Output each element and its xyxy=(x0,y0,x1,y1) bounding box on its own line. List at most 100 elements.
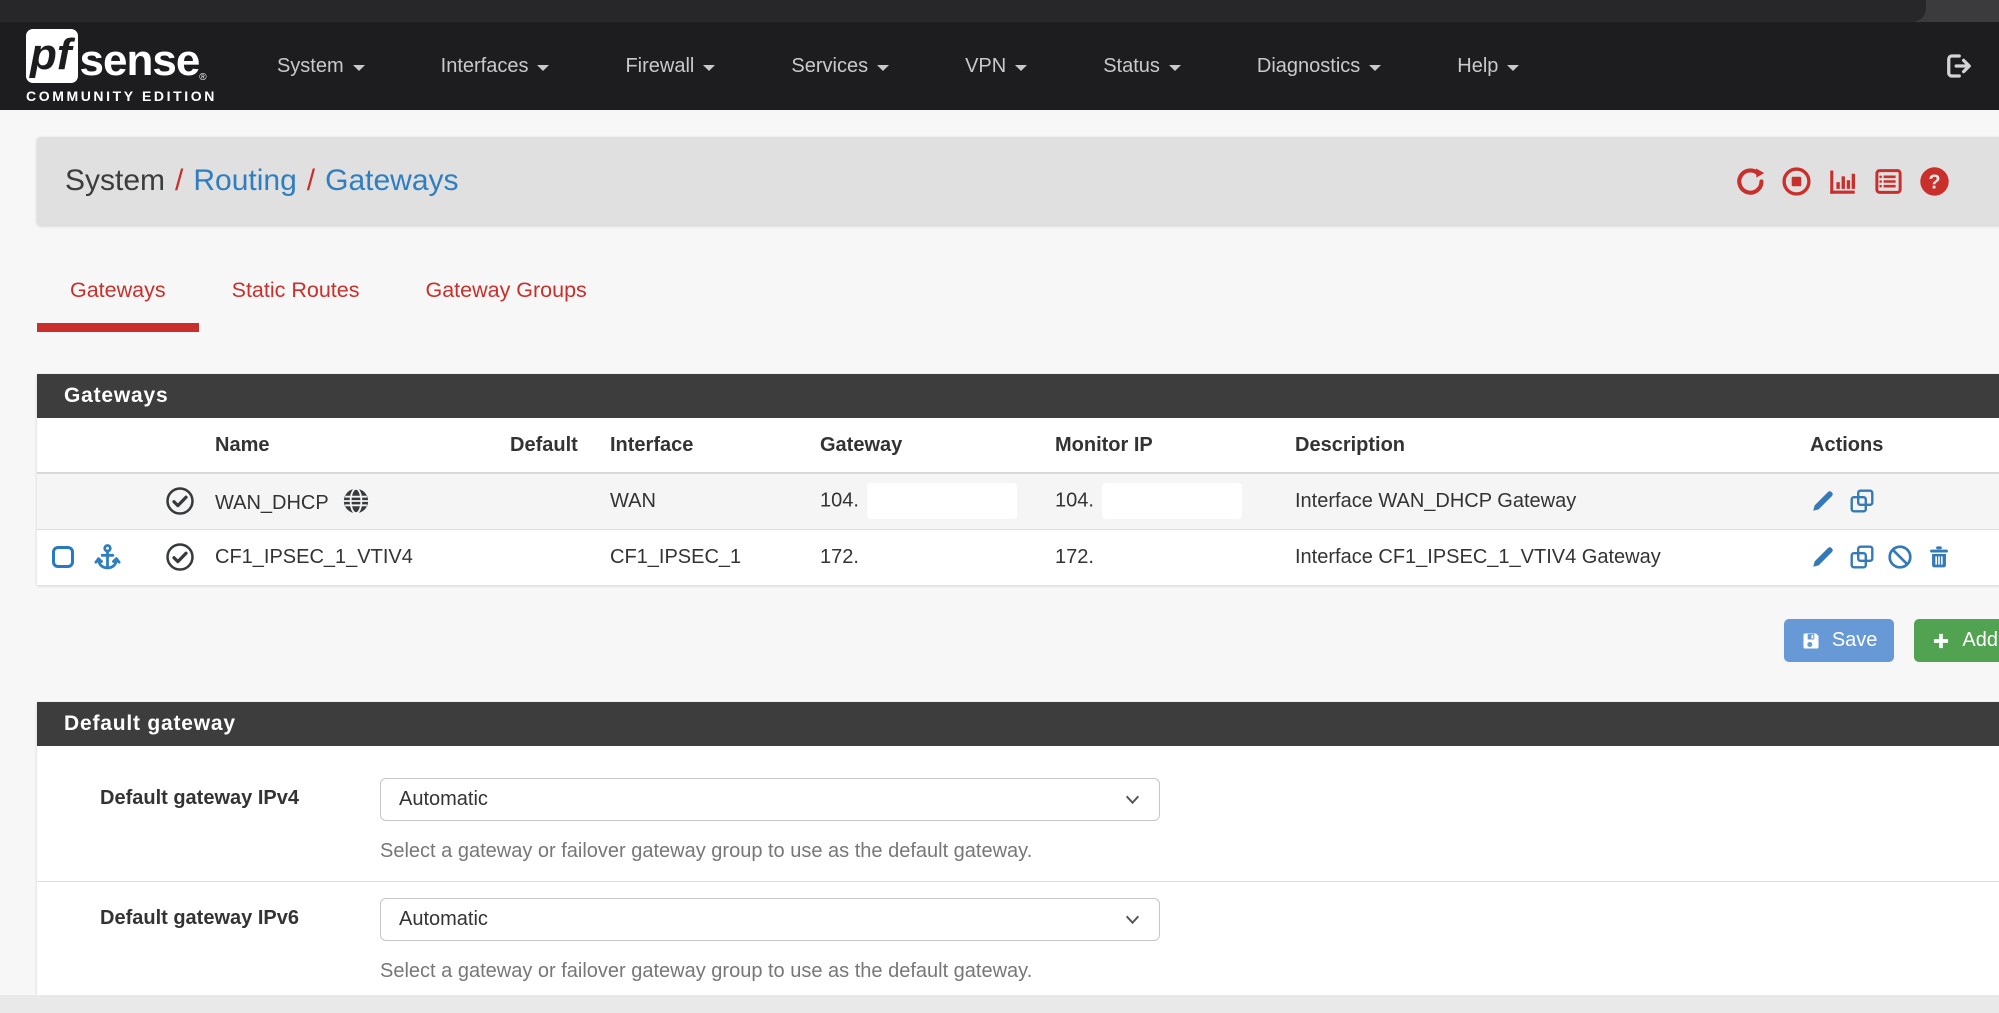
gateways-table: Name Default Interface Gateway Monitor I… xyxy=(37,418,1999,585)
monitor-ip: 172. xyxy=(1055,546,1094,568)
page-bottom-strip xyxy=(0,995,1999,1013)
gateway-interface: CF1_IPSEC_1 xyxy=(595,529,805,585)
edit-icon[interactable] xyxy=(1810,488,1836,514)
ipv6-gateway-help: Select a gateway or failover gateway gro… xyxy=(380,960,1999,983)
gateway-address: 172. xyxy=(820,546,859,568)
caret-down-icon xyxy=(1369,65,1381,71)
caret-down-icon xyxy=(703,65,715,71)
monitor-ip: 104. xyxy=(1055,490,1094,512)
refresh-icon[interactable] xyxy=(1735,166,1766,197)
menu-help-label: Help xyxy=(1457,55,1498,78)
breadcrumb-separator: / xyxy=(165,164,193,198)
default-gateway-globe-icon xyxy=(342,487,370,515)
delete-icon[interactable] xyxy=(1926,544,1952,570)
default-gateway-panel: Default gateway Default gateway IPv4 Aut… xyxy=(37,702,1999,995)
main-menu: System Interfaces Firewall Services VPN … xyxy=(239,22,1557,110)
redacted-value xyxy=(1102,483,1242,519)
gateway-interface: WAN xyxy=(595,473,805,529)
menu-vpn[interactable]: VPN xyxy=(927,22,1065,110)
copy-icon[interactable] xyxy=(1849,488,1875,514)
redacted-value xyxy=(867,483,1017,519)
stop-icon[interactable] xyxy=(1781,166,1812,197)
menu-status-label: Status xyxy=(1103,55,1160,78)
ipv4-gateway-help: Select a gateway or failover gateway gro… xyxy=(380,840,1999,863)
gateway-name: CF1_IPSEC_1_VTIV4 xyxy=(215,546,413,568)
menu-interfaces[interactable]: Interfaces xyxy=(403,22,588,110)
browser-chrome-strip xyxy=(0,0,1999,22)
save-floppy-icon xyxy=(1801,631,1821,651)
sign-out-icon[interactable] xyxy=(1943,51,1973,81)
col-name: Name xyxy=(200,418,495,473)
col-description: Description xyxy=(1280,418,1795,473)
system-logs-icon[interactable] xyxy=(1873,166,1904,197)
help-icon[interactable]: ? xyxy=(1919,166,1950,197)
tab-static-routes[interactable]: Static Routes xyxy=(199,278,393,332)
col-default: Default xyxy=(495,418,595,473)
ipv4-gateway-label: Default gateway IPv4 xyxy=(37,778,380,863)
chevron-down-icon xyxy=(1124,911,1141,928)
breadcrumb-gateways-link[interactable]: Gateways xyxy=(325,164,458,198)
gateway-name: WAN_DHCP xyxy=(215,492,328,514)
gateway-description: Interface WAN_DHCP Gateway xyxy=(1280,473,1795,529)
browser-tab-edge xyxy=(0,0,1926,22)
ipv4-gateway-select[interactable]: Automatic xyxy=(380,778,1160,821)
menu-firewall-label: Firewall xyxy=(625,55,694,78)
chevron-down-icon xyxy=(1124,791,1141,808)
disable-icon[interactable] xyxy=(1887,544,1913,570)
ipv6-gateway-selected-value: Automatic xyxy=(399,908,488,931)
menu-diagnostics[interactable]: Diagnostics xyxy=(1219,22,1419,110)
menu-firewall[interactable]: Firewall xyxy=(587,22,753,110)
table-header-row: Name Default Interface Gateway Monitor I… xyxy=(37,418,1999,473)
tab-gateway-groups[interactable]: Gateway Groups xyxy=(392,278,619,332)
save-button[interactable]: Save xyxy=(1784,619,1895,662)
caret-down-icon xyxy=(537,65,549,71)
routing-tabs: Gateways Static Routes Gateway Groups xyxy=(37,278,1999,332)
table-row: CF1_IPSEC_1_VTIV4 CF1_IPSEC_1 172. 172. … xyxy=(37,529,1999,585)
col-select xyxy=(37,418,150,473)
col-status xyxy=(150,418,200,473)
ipv6-gateway-select[interactable]: Automatic xyxy=(380,898,1160,941)
row-select-checkbox[interactable] xyxy=(52,546,74,568)
col-actions: Actions xyxy=(1795,418,1999,473)
menu-status[interactable]: Status xyxy=(1065,22,1219,110)
edit-icon[interactable] xyxy=(1810,544,1836,570)
gateways-panel: Gateways Name Default Interface Gateway … xyxy=(37,374,1999,585)
anchor-icon xyxy=(93,543,122,572)
logo-registered: ® xyxy=(199,72,206,83)
breadcrumb-routing-link[interactable]: Routing xyxy=(193,164,296,198)
col-monitor-ip: Monitor IP xyxy=(1040,418,1280,473)
add-button[interactable]: Add xyxy=(1914,619,1999,662)
ipv4-gateway-selected-value: Automatic xyxy=(399,788,488,811)
svg-text:?: ? xyxy=(1928,171,1940,193)
form-row-ipv6: Default gateway IPv6 Automatic Select a … xyxy=(37,882,1999,995)
col-interface: Interface xyxy=(595,418,805,473)
plus-icon xyxy=(1931,631,1951,651)
add-button-label: Add xyxy=(1962,629,1998,652)
caret-down-icon xyxy=(353,65,365,71)
menu-vpn-label: VPN xyxy=(965,55,1006,78)
gateway-description: Interface CF1_IPSEC_1_VTIV4 Gateway xyxy=(1280,529,1795,585)
menu-system[interactable]: System xyxy=(239,22,403,110)
menu-help[interactable]: Help xyxy=(1419,22,1557,110)
traffic-graph-icon[interactable] xyxy=(1827,166,1858,197)
tab-gateways[interactable]: Gateways xyxy=(37,278,199,332)
copy-icon[interactable] xyxy=(1849,544,1875,570)
caret-down-icon xyxy=(1169,65,1181,71)
logo-pf: pf xyxy=(26,29,78,83)
caret-down-icon xyxy=(1507,65,1519,71)
menu-diagnostics-label: Diagnostics xyxy=(1257,55,1360,78)
table-actions-row: Save Add xyxy=(0,619,1999,662)
menu-services[interactable]: Services xyxy=(753,22,927,110)
logo-sense: sense xyxy=(80,39,200,83)
logo-tagline: COMMUNITY EDITION xyxy=(26,88,217,104)
menu-system-label: System xyxy=(277,55,344,78)
breadcrumb-bar: System / Routing / Gateways xyxy=(37,137,1999,225)
gateways-panel-title: Gateways xyxy=(37,374,1999,418)
form-row-ipv4: Default gateway IPv4 Automatic Select a … xyxy=(37,746,1999,882)
table-row: WAN_DHCP WAN 104. 104. Interface WAN_DHC… xyxy=(37,473,1999,529)
save-button-label: Save xyxy=(1832,629,1878,652)
menu-interfaces-label: Interfaces xyxy=(441,55,529,78)
pfsense-logo[interactable]: pfsense® COMMUNITY EDITION xyxy=(26,29,217,104)
page-action-icons: ? xyxy=(1735,166,1950,197)
caret-down-icon xyxy=(1015,65,1027,71)
